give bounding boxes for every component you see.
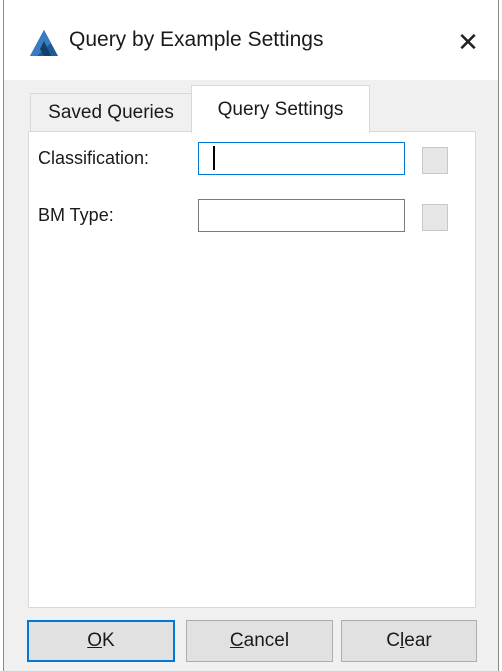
- query-settings-dialog: Query by Example Settings ✕ Saved Querie…: [3, 0, 499, 671]
- tab-saved-queries[interactable]: Saved Queries: [30, 93, 192, 131]
- title-bar[interactable]: Query by Example Settings ✕: [4, 0, 498, 80]
- classification-picker-button[interactable]: [422, 147, 448, 174]
- tab-label: Saved Queries: [48, 101, 174, 123]
- ok-mnemonic: O: [87, 630, 103, 651]
- close-icon: ✕: [457, 26, 479, 57]
- clear-label-pre: C: [386, 630, 401, 651]
- tab-query-settings[interactable]: Query Settings: [191, 85, 370, 133]
- clear-label-rest: ear: [404, 630, 432, 651]
- cancel-button[interactable]: Cancel: [186, 620, 333, 662]
- cancel-label-rest: ancel: [243, 630, 290, 651]
- cancel-mnemonic: C: [229, 630, 244, 651]
- classification-label: Classification:: [38, 148, 150, 168]
- classification-input[interactable]: [198, 142, 405, 175]
- bm-type-picker-button[interactable]: [422, 204, 448, 231]
- clear-button[interactable]: Cl ear: [341, 620, 477, 662]
- ok-button[interactable]: OK: [27, 620, 175, 662]
- close-button[interactable]: ✕: [438, 16, 498, 68]
- tab-label: Query Settings: [217, 98, 344, 120]
- triangle-logo-icon: [30, 30, 58, 56]
- bm-type-label: BM Type:: [38, 205, 114, 225]
- bm-type-input[interactable]: [198, 199, 405, 232]
- ok-label-rest: K: [102, 630, 115, 651]
- window-title: Query by Example Settings: [69, 28, 324, 51]
- text-caret: [213, 146, 215, 170]
